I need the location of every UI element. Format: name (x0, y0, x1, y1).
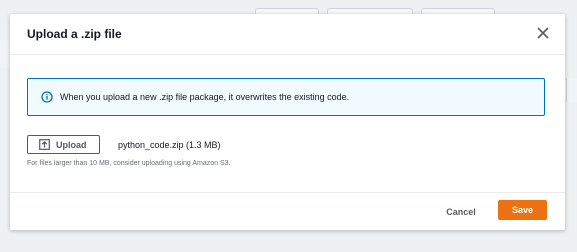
selected-file-name: python_code.zip (1.3 MB) (118, 140, 221, 150)
info-icon (41, 91, 53, 103)
cancel-button[interactable]: Cancel (438, 202, 484, 222)
close-button[interactable] (535, 25, 551, 41)
info-alert: When you upload a new .zip file package,… (27, 78, 545, 116)
upload-button[interactable]: Upload (27, 135, 100, 154)
upload-hint: For files larger than 10 MB, consider up… (27, 160, 231, 167)
save-button[interactable]: Save (498, 200, 547, 220)
upload-button-label: Upload (56, 140, 87, 150)
background-right-edge (566, 78, 577, 102)
upload-icon (39, 139, 50, 150)
upload-modal: Upload a .zip file When you upload a new… (10, 14, 565, 230)
close-icon (537, 27, 549, 39)
info-message: When you upload a new .zip file package,… (60, 92, 350, 102)
modal-title: Upload a .zip file (27, 27, 122, 41)
modal-header: Upload a .zip file (10, 14, 565, 55)
modal-footer-divider (10, 192, 565, 193)
